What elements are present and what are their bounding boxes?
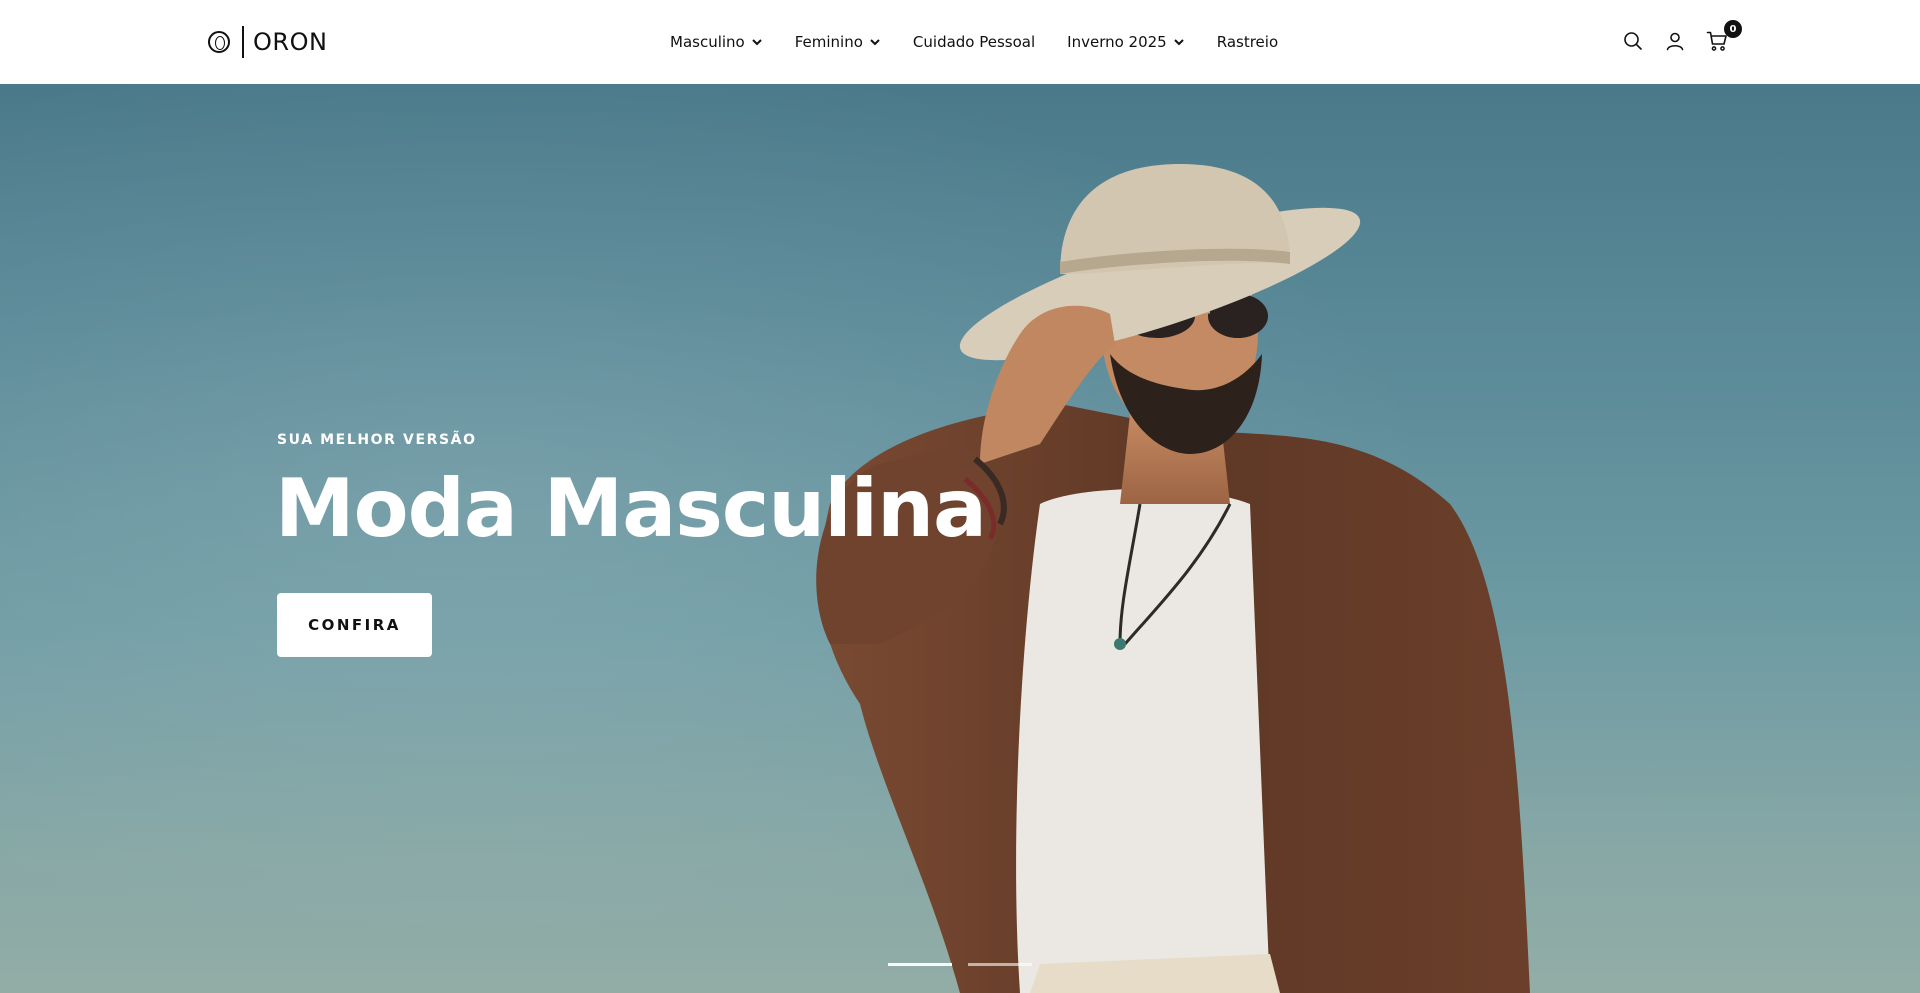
slider-pagination (888, 963, 1048, 966)
chevron-down-icon (1174, 39, 1184, 46)
nav-item-label: Cuidado Pessoal (912, 33, 1036, 51)
nav-item-label: Rastreio (1216, 33, 1279, 51)
slide-dot-1[interactable] (888, 963, 952, 966)
nav-item-label: Inverno 2025 (1067, 33, 1167, 51)
cart-button[interactable]: 0 (1704, 20, 1742, 54)
nav-item-label: Masculino (670, 33, 745, 51)
user-icon (1666, 32, 1684, 51)
search-icon (1624, 32, 1642, 50)
nav-item-feminino[interactable]: Feminino (795, 33, 881, 51)
account-button[interactable] (1662, 28, 1688, 54)
nav-item-rastreio[interactable]: Rastreio (1217, 33, 1278, 51)
site-header: ORON Masculino Feminino Cuidado Pessoal … (0, 0, 1920, 84)
cart-count-badge: 0 (1724, 20, 1742, 38)
nav-item-label: Feminino (794, 33, 863, 51)
logo-emblem-icon (208, 31, 230, 53)
slide-dot-2[interactable] (968, 963, 1032, 966)
nav-item-masculino[interactable]: Masculino (670, 33, 763, 51)
hero-eyebrow: SUA MELHOR VERSÃO (277, 432, 477, 448)
hero-title: Moda Masculina (275, 462, 987, 555)
nav-item-cuidado-pessoal[interactable]: Cuidado Pessoal (913, 33, 1035, 51)
search-button[interactable] (1620, 28, 1646, 54)
brand-logo[interactable]: ORON (208, 24, 327, 60)
chevron-down-icon (870, 39, 880, 46)
hero-cta-button[interactable]: CONFIRA (277, 593, 432, 657)
brand-name: ORON (253, 28, 328, 56)
chevron-down-icon (752, 39, 762, 46)
logo-divider (242, 26, 244, 58)
header-actions: 0 (1604, 20, 1742, 54)
main-nav: Masculino Feminino Cuidado Pessoal Inver… (670, 30, 1278, 54)
hero-banner[interactable]: SUA MELHOR VERSÃO Moda Masculina CONFIRA (0, 84, 1920, 993)
nav-item-inverno-2025[interactable]: Inverno 2025 (1067, 33, 1185, 51)
